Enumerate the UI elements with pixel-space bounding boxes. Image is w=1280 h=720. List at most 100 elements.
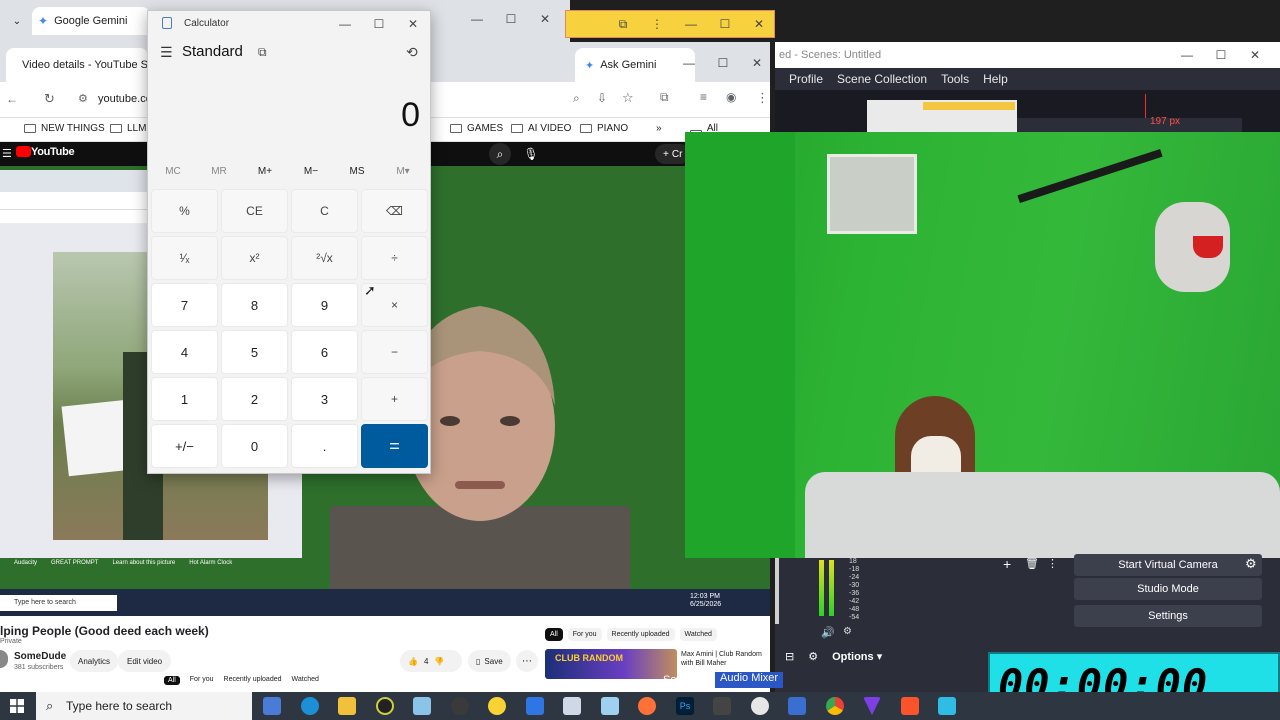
close-button[interactable]: ✕ [740,56,774,70]
app-icon[interactable] [563,697,581,715]
sources-tab[interactable]: Sources [663,674,703,686]
start-virtual-camera-button[interactable]: Start Virtual Camera [1074,554,1262,576]
chatgpt-icon[interactable] [376,697,394,715]
maximize-button[interactable]: ☐ [708,17,742,32]
close-button[interactable]: ✕ [528,12,562,26]
bookmark-new-things[interactable]: NEW THINGS [24,123,105,134]
memory-store-button[interactable]: MS [335,166,379,177]
divide-button[interactable]: ÷ [361,236,428,280]
clock-app-icon[interactable] [751,697,769,715]
search-icon[interactable]: ⌕ [489,143,511,165]
add-button[interactable]: + [361,377,428,421]
document-icon[interactable] [526,697,544,715]
maximize-button[interactable]: ☐ [494,12,528,26]
square-root-button[interactable]: ²√x [291,236,358,280]
channel-name[interactable]: SomeDude [14,651,66,662]
bookmark-ai-video[interactable]: AI VIDEO [511,123,571,134]
dislike-icon[interactable]: 👎 [434,657,444,666]
memory-list-button[interactable]: M▾ [381,166,425,177]
menu-dots-icon[interactable]: ⋮ [640,17,674,32]
square-button[interactable]: x² [221,236,288,280]
volume-icon[interactable]: 🔊 [821,626,835,639]
memory-subtract-button[interactable]: M− [289,166,333,177]
digit-0-button[interactable]: 0 [221,424,288,468]
tab-youtube-studio[interactable]: Video details - YouTube Studio [6,48,148,82]
negate-button[interactable]: +/− [151,424,218,468]
digit-2-button[interactable]: 2 [221,377,288,421]
minimize-button[interactable]: — [460,12,494,26]
menu-help[interactable]: Help [983,72,1008,86]
add-source-plus-icon[interactable]: + [1003,556,1011,572]
more-actions-icon[interactable]: ⋯ [516,650,538,672]
lightbulb-icon[interactable] [488,697,506,715]
menu-dots-icon[interactable]: ⋮ [756,90,769,106]
memory-add-button[interactable]: M+ [243,166,287,177]
save-button[interactable]: ▯ Save [468,650,511,672]
analytics-button[interactable]: Analytics [70,650,119,672]
calculator-taskbar-icon[interactable] [263,697,281,715]
digit-1-button[interactable]: 1 [151,377,218,421]
digit-5-button[interactable]: 5 [221,330,288,374]
like-icon[interactable]: 👍 [408,657,418,666]
menu-scene-collection[interactable]: Scene Collection [837,72,927,86]
menu-tools[interactable]: Tools [941,72,969,86]
hamburger-menu-icon[interactable]: ☰ [2,147,12,160]
zoom-icon[interactable]: ⌕ [573,91,580,106]
back-arrow-icon[interactable]: ← [6,92,18,106]
digit-6-button[interactable]: 6 [291,330,358,374]
remove-source-trash-icon[interactable]: 🗑 [1025,557,1039,570]
equals-button[interactable]: = [361,424,428,468]
site-info-icon[interactable]: ⚙ [78,92,88,105]
dock-filter-gear-icon[interactable]: ⚙ [808,650,818,663]
file-explorer-icon[interactable] [338,697,356,715]
photoshop-icon[interactable]: Ps [676,697,694,715]
app-icon[interactable] [938,697,956,715]
chrome-icon[interactable] [826,697,844,715]
digit-4-button[interactable]: 4 [151,330,218,374]
chip-all[interactable]: All [164,676,180,685]
reload-icon[interactable]: ↻ [44,91,55,107]
minimize-button[interactable]: — [328,17,362,31]
recommendation-thumbnail[interactable]: CLUB RANDOM [545,649,677,679]
bookmark-piano[interactable]: PIANO [580,123,628,134]
close-button[interactable]: ✕ [396,17,430,31]
microphone-icon[interactable]: 🎙 [520,143,542,165]
audio-mixer-tab[interactable]: Audio Mixer [715,672,784,688]
minimize-button[interactable]: — [674,17,708,32]
dock-list-icon[interactable]: ⊟ [785,650,794,663]
digit-7-button[interactable]: 7 [151,283,218,327]
backspace-button[interactable]: ⌫ [361,189,428,233]
firefox-icon[interactable] [638,697,656,715]
maximize-button[interactable]: ☐ [362,17,396,31]
taskbar-search-box[interactable]: ⌕ Type here to search [36,692,252,720]
window-app-icon[interactable] [788,697,806,715]
minimize-button[interactable]: — [1170,48,1204,62]
menu-profile[interactable]: Profile [789,72,823,86]
media-icon[interactable]: ≡ [700,90,707,104]
mixer-settings-gear-icon[interactable]: ⚙ [843,626,852,637]
maximize-button[interactable]: ☐ [706,56,740,70]
webcam-preview[interactable] [685,132,1280,558]
percent-button[interactable]: % [151,189,218,233]
edge-browser-icon[interactable] [301,697,319,715]
start-windows-icon[interactable] [10,699,24,713]
close-button[interactable]: ✕ [742,17,776,32]
chip-watched[interactable]: Watched [679,628,717,641]
tab-google-gemini[interactable]: ✦ Google Gemini [32,7,150,35]
chip-recently-uploaded[interactable]: Recently uploaded [606,628,675,641]
digit-3-button[interactable]: 3 [291,377,358,421]
profile-icon[interactable]: ◉ [726,90,736,104]
chip-for-you[interactable]: For you [567,628,602,641]
clear-entry-button[interactable]: CE [221,189,288,233]
history-icon[interactable]: ⟲ [406,44,418,61]
app-icon[interactable] [413,697,431,715]
chip-all[interactable]: All [545,628,563,641]
edit-video-button[interactable]: Edit video [118,650,172,672]
recommendation-title[interactable]: Max Amini | Club Random with Bill Maher [681,650,765,668]
youtube-logo-text[interactable]: YouTube [31,146,75,158]
chip-for-you[interactable]: For you [190,676,214,685]
digit-8-button[interactable]: 8 [221,283,288,327]
virtual-camera-settings-gear-icon[interactable]: ⚙ [1245,556,1257,572]
avatar[interactable] [0,650,8,668]
studio-mode-button[interactable]: Studio Mode [1074,578,1262,600]
